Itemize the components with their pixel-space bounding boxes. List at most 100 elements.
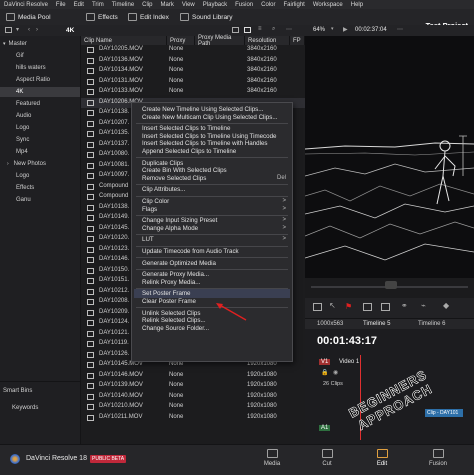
menu-item[interactable]: Flags	[142, 206, 157, 213]
bin-item-selected[interactable]: 4K	[0, 87, 80, 97]
marker-icon[interactable]: ◆	[443, 301, 449, 310]
media-pool-button[interactable]: Media Pool	[6, 11, 51, 23]
menu-item[interactable]: Clear Poster Frame	[142, 298, 196, 305]
menu-item[interactable]: Create New Timeline Using Selected Clips…	[142, 106, 263, 113]
menu-item[interactable]: Clip Attributes...	[142, 186, 185, 193]
bin-item[interactable]: Gif	[0, 51, 80, 61]
back-icon[interactable]: ‹	[28, 27, 30, 33]
forward-icon[interactable]: ›	[36, 27, 38, 33]
more-options-icon[interactable]: ⋯	[397, 26, 403, 33]
menu-app[interactable]: DaVinci Resolve	[0, 2, 52, 8]
viewer[interactable]	[305, 36, 474, 278]
tab-fusion[interactable]: Fusion	[418, 449, 458, 467]
bin-item[interactable]: hills waters	[0, 63, 80, 73]
lock-icon[interactable]: 🔒	[321, 369, 328, 376]
table-row[interactable]: DAY10146.MOV None 1920x1080	[81, 371, 305, 381]
column-fps[interactable]: FP	[290, 36, 305, 45]
edit-index-button[interactable]: Edit Index	[128, 11, 169, 23]
tab-edit[interactable]: Edit	[362, 449, 402, 467]
menu-mark[interactable]: Mark	[157, 2, 178, 8]
menu-item[interactable]: Update Timecode from Audio Track	[142, 248, 239, 255]
table-row[interactable]: DAY10140.MOV None 1920x1080	[81, 392, 305, 402]
list-view-icon[interactable]	[244, 27, 251, 33]
menu-timeline[interactable]: Timeline	[108, 2, 138, 8]
table-row[interactable]: DAY10131.MOV None 3840x2160	[81, 77, 305, 87]
tab-media[interactable]: Media	[252, 449, 292, 467]
column-clip-name[interactable]: Clip Name	[81, 36, 167, 45]
menu-item[interactable]: Insert Selected Clips to Timeline with H…	[142, 140, 268, 147]
menu-item[interactable]: Change Alpha Mode	[142, 225, 198, 232]
video-track-label[interactable]: V1	[319, 359, 331, 365]
zoom-level[interactable]: 64%	[313, 27, 325, 33]
bin-list-icon[interactable]	[5, 27, 12, 33]
menu-item[interactable]: Create New Multicam Clip Using Selected …	[142, 114, 278, 121]
menu-item[interactable]: Relink Selected Clips...	[142, 317, 206, 324]
menu-item[interactable]: Duplicate Clips	[142, 160, 183, 167]
menu-fairlight[interactable]: Fairlight	[279, 2, 308, 8]
blade-tool-icon[interactable]	[381, 303, 390, 311]
chevron-down-icon[interactable]: ▾	[16, 26, 19, 33]
menu-view[interactable]: View	[178, 2, 199, 8]
menu-item[interactable]: Create Bin With Selected Clips	[142, 167, 227, 174]
column-proxy[interactable]: Proxy	[167, 36, 195, 45]
search-icon[interactable]: ⌕	[272, 26, 275, 33]
table-row[interactable]: DAY10136.MOV None 3840x2160	[81, 56, 305, 66]
table-row[interactable]: DAY10210.MOV None 1920x1080	[81, 402, 305, 412]
menu-item[interactable]: LUT	[142, 236, 154, 243]
menu-workspace[interactable]: Workspace	[309, 2, 347, 8]
menu-item[interactable]: Unlink Selected Clips	[142, 310, 200, 317]
menu-file[interactable]: File	[52, 2, 70, 8]
table-row[interactable]: DAY10211.MOV None 1920x1080	[81, 413, 305, 423]
menu-item[interactable]: Insert Selected Clips to Timeline Using …	[142, 133, 276, 140]
menu-help[interactable]: Help	[347, 2, 367, 8]
menu-item[interactable]: Append Selected Clips to Timeline	[142, 148, 236, 155]
menu-item[interactable]: Change Input Sizing Preset	[142, 217, 217, 224]
column-proxy-media-path[interactable]: Proxy Media Path	[195, 35, 245, 47]
menu-fusion[interactable]: Fusion	[231, 2, 257, 8]
menu-item[interactable]: Generate Proxy Media...	[142, 271, 209, 278]
bin-item[interactable]: › New Photos	[0, 159, 80, 169]
eye-icon[interactable]: ◉	[333, 369, 338, 376]
menu-clip[interactable]: Clip	[138, 2, 156, 8]
menu-item[interactable]: Change Source Folder...	[142, 325, 209, 332]
tab-timeline-5[interactable]: Timeline 5	[363, 321, 390, 327]
menu-item[interactable]: Relink Proxy Media...	[142, 279, 200, 286]
table-row[interactable]: DAY10139.MOV None 1920x1080	[81, 381, 305, 391]
menu-playback[interactable]: Playback	[199, 2, 231, 8]
bin-item[interactable]: Ganu	[0, 195, 80, 205]
menu-item[interactable]: Generate Optimized Media	[142, 260, 216, 267]
bin-item[interactable]: Aspect Ratio	[0, 75, 80, 85]
flag-icon[interactable]: ⚑	[345, 302, 352, 311]
tab-timeline-6[interactable]: Timeline 6	[418, 321, 445, 327]
playback-controls[interactable]	[385, 281, 397, 289]
table-row[interactable]: DAY10133.MOV None 3840x2160	[81, 87, 305, 97]
bin-item[interactable]: Sync	[0, 135, 80, 145]
link-icon[interactable]: ⚭	[401, 301, 408, 310]
bin-master[interactable]: ▾ Master	[0, 39, 80, 49]
select-tool-icon[interactable]	[313, 303, 322, 311]
bin-item[interactable]: Logo	[0, 171, 80, 181]
bin-item[interactable]: Featured	[0, 99, 80, 109]
table-row[interactable]: DAY10134.MOV None 3840x2160	[81, 66, 305, 76]
viewer-scrubber[interactable]	[305, 278, 474, 298]
column-resolution[interactable]: Resolution	[245, 36, 290, 45]
bin-item[interactable]: Mp4	[0, 147, 80, 157]
effects-button[interactable]: Effects	[86, 11, 118, 23]
tab-cut[interactable]: Cut	[307, 449, 347, 467]
bin-item[interactable]: Logo	[0, 123, 80, 133]
pointer-icon[interactable]: ↖	[329, 301, 336, 310]
menu-item[interactable]: Insert Selected Clips to Timeline	[142, 125, 230, 132]
snap-icon[interactable]: ⌁	[421, 301, 426, 310]
bin-keywords[interactable]: Keywords	[0, 403, 80, 413]
menu-color[interactable]: Color	[257, 2, 279, 8]
trim-tool-icon[interactable]	[363, 303, 372, 311]
menu-edit[interactable]: Edit	[70, 2, 88, 8]
menu-trim[interactable]: Trim	[88, 2, 108, 8]
timeline-panel[interactable]: 00:01:43:17 V1 Video 1 🔒 ◉ 26 Clips Clip…	[305, 329, 474, 444]
playback-icon[interactable]: ▶	[343, 26, 348, 33]
menu-item[interactable]: Remove Selected Clips	[142, 175, 206, 182]
sort-icon[interactable]: ≡	[258, 26, 262, 32]
bin-item[interactable]: Effects	[0, 183, 80, 193]
menu-item[interactable]: Clip Color	[142, 198, 169, 205]
chevron-down-icon[interactable]: ▾	[331, 26, 334, 32]
